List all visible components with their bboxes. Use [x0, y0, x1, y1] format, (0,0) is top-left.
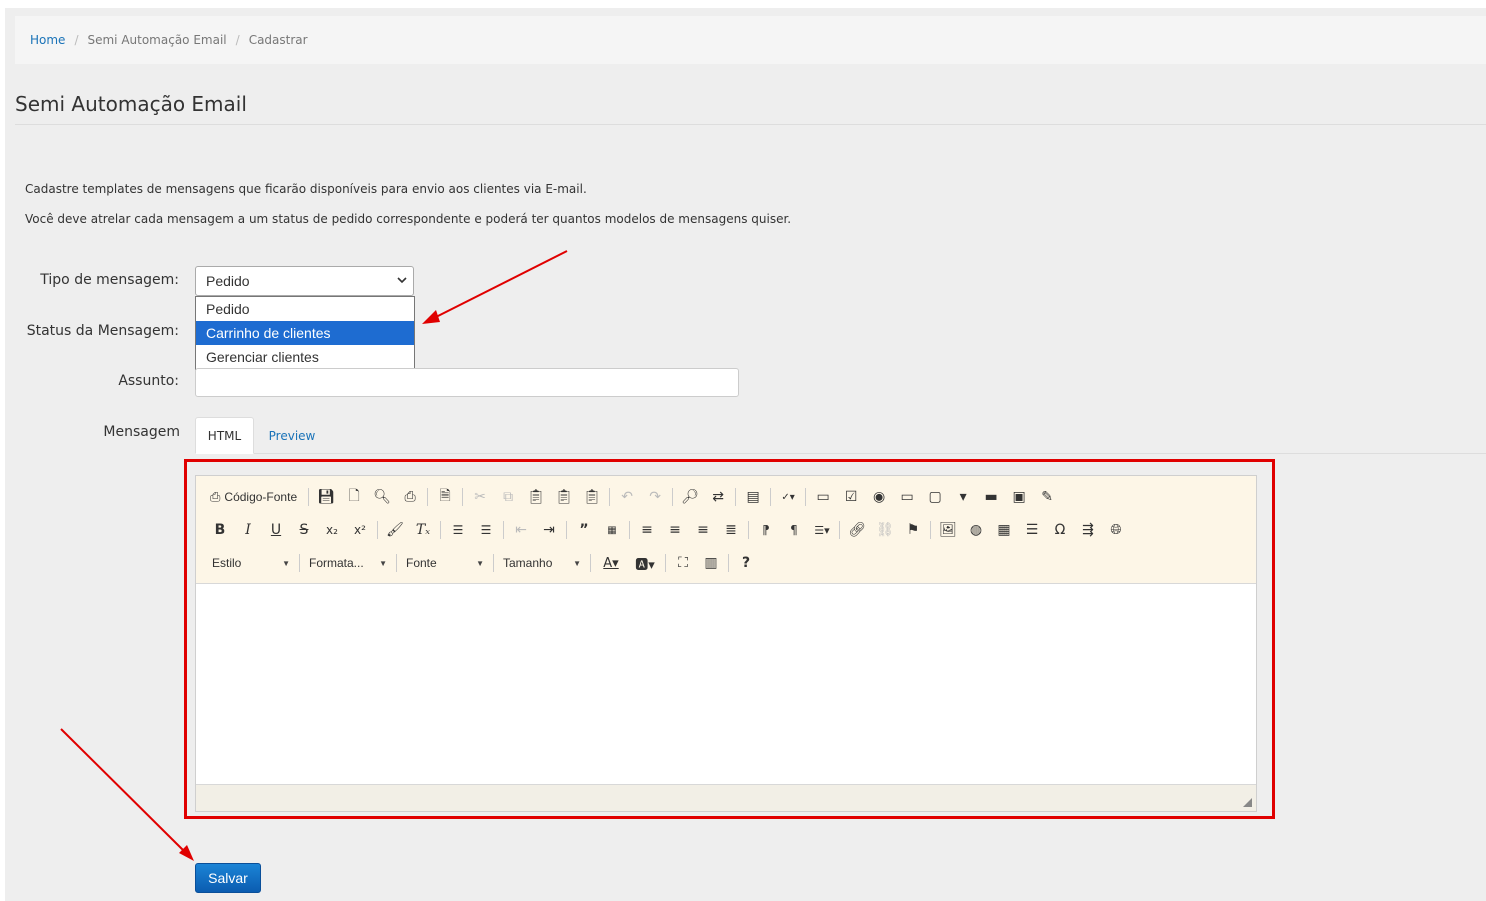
arrow-to-dropdown: [422, 250, 568, 324]
annotation-arrows: [60, 250, 568, 861]
arrow-to-save-button: [60, 728, 194, 861]
